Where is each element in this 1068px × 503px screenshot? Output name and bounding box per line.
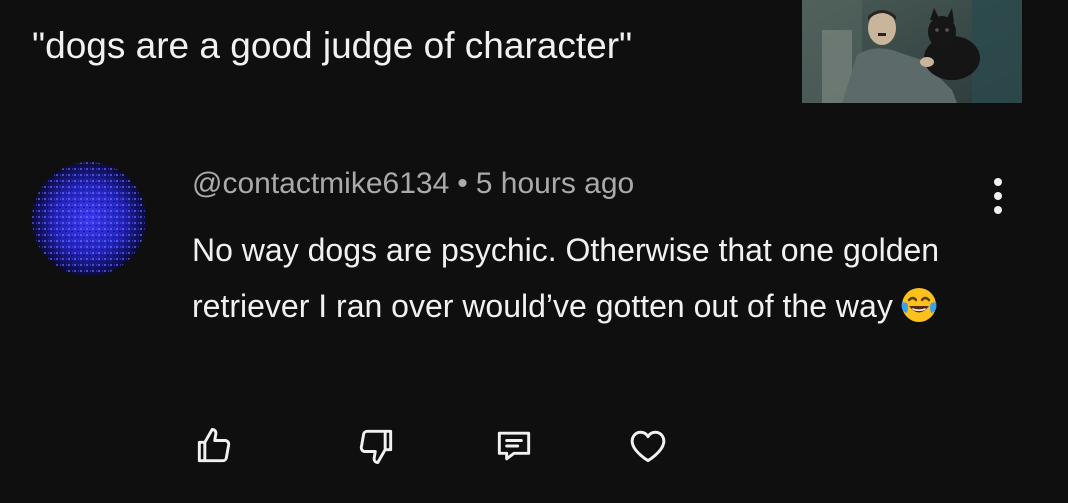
comment-text: No way dogs are psychic. Otherwise that … (192, 232, 940, 324)
heart-button[interactable] (620, 418, 676, 474)
like-button[interactable] (186, 418, 242, 474)
more-dot-icon (994, 192, 1002, 200)
dislike-button[interactable] (348, 418, 404, 474)
comment-screen: "dogs are a good judge of character" @co… (0, 0, 1068, 503)
more-dot-icon (994, 206, 1002, 214)
avatar[interactable] (32, 162, 146, 276)
heart-icon (630, 430, 666, 463)
meta-separator: • (457, 167, 468, 200)
thumbs-down-icon (359, 429, 393, 464)
comment-timestamp: 5 hours ago (475, 167, 635, 200)
face-with-tears-of-joy-icon (899, 285, 939, 342)
comment-meta: @contactmike6134 • 5 hours ago (192, 164, 992, 204)
comment: @contactmike6134 • 5 hours ago No way dogs… (192, 164, 992, 342)
more-dot-icon (994, 178, 1002, 186)
comment-text-container: No way dogs are psychic. Otherwise that … (192, 222, 992, 342)
more-options-button[interactable] (980, 172, 1016, 220)
post-title: "dogs are a good judge of character" (32, 25, 633, 66)
reply-button[interactable] (486, 418, 542, 474)
thumbs-up-icon (197, 428, 231, 463)
post-thumbnail[interactable] (802, 0, 1022, 103)
comment-author[interactable]: @contactmike6134 (192, 167, 449, 200)
reply-icon (497, 431, 531, 461)
